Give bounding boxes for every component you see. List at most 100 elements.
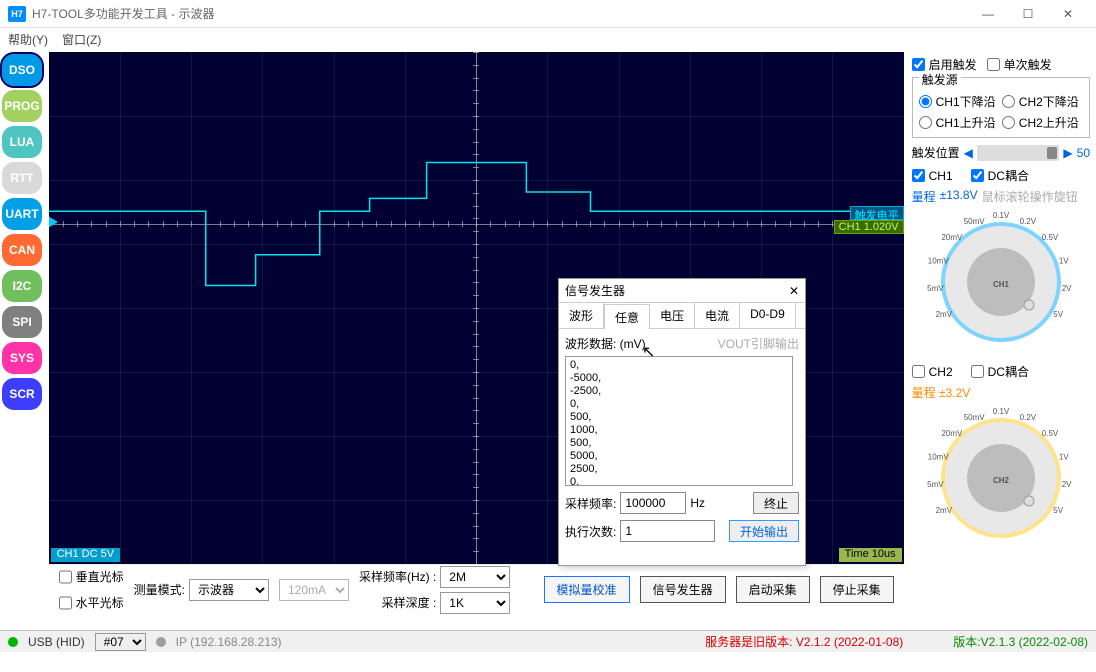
trigger-level-badge[interactable]: 触发电平 — [850, 206, 904, 220]
svg-text:5V: 5V — [1053, 310, 1063, 319]
svg-text:5mV: 5mV — [927, 284, 944, 293]
trigger-src-ch2-rise[interactable]: CH2上升沿 — [1002, 114, 1083, 131]
timebase-info: Time 10us — [839, 548, 902, 562]
svg-text:1V: 1V — [1059, 257, 1069, 266]
dialog-close-icon[interactable]: ✕ — [789, 284, 799, 298]
ch1-range-value: ±13.8V — [940, 188, 978, 205]
siggen-tab-1[interactable]: 任意 — [604, 304, 650, 329]
wave-data-textarea[interactable]: 0, -5000, -2500, 0, 500, 1000, 500, 5000… — [565, 356, 793, 486]
trigger-src-ch2-fall[interactable]: CH2下降沿 — [1002, 93, 1083, 110]
horizontal-cursor-checkbox[interactable]: 水平光标 — [59, 592, 124, 614]
minimize-button[interactable]: ― — [968, 2, 1008, 26]
wave-data-label: 波形数据: (mV) — [565, 335, 646, 352]
ch2-enable-checkbox[interactable]: CH2 — [912, 363, 953, 380]
ch1-zero-arrow-icon[interactable] — [49, 216, 58, 228]
lefttab-i2c[interactable]: I2C — [2, 270, 42, 302]
svg-text:2V: 2V — [1062, 480, 1072, 489]
ch1-range-dial[interactable]: CH1 2mV5mV10mV20mV50mV0.1V0.2V0.5V1V2V5V — [926, 207, 1076, 357]
svg-text:0.2V: 0.2V — [1019, 217, 1036, 226]
ch1-dc-coupling-checkbox[interactable]: DC耦合 — [971, 167, 1029, 184]
usb-status-icon — [8, 637, 18, 647]
trigger-src-ch1-fall[interactable]: CH1下降沿 — [919, 93, 1000, 110]
measure-mode-label: 测量模式: 示波器 — [134, 579, 269, 601]
siggen-tab-0[interactable]: 波形 — [559, 303, 604, 328]
menu-help[interactable]: 帮助(Y) — [8, 31, 48, 48]
svg-text:0.5V: 0.5V — [1042, 233, 1059, 242]
exec-count-input[interactable] — [620, 520, 715, 542]
svg-text:0.1V: 0.1V — [993, 407, 1010, 416]
sample-rate-select[interactable]: 2M — [440, 566, 510, 588]
svg-text:20mV: 20mV — [941, 429, 963, 438]
status-bar: USB (HID) #07 IP (192.168.28.213) 服务器是旧版… — [0, 630, 1096, 652]
siggen-tab-4[interactable]: D0-D9 — [740, 303, 796, 328]
trigger-src-ch1-rise[interactable]: CH1上升沿 — [919, 114, 1000, 131]
ch2-range-dial[interactable]: CH2 2mV5mV10mV20mV50mV0.1V0.2V0.5V1V2V5V — [926, 403, 1076, 553]
lefttab-sys[interactable]: SYS — [2, 342, 42, 374]
exec-count-label: 执行次数: — [565, 523, 616, 540]
app-logo: H7 — [8, 6, 26, 22]
svg-text:50mV: 50mV — [963, 413, 985, 422]
lefttab-prog[interactable]: PROG — [2, 90, 42, 122]
lefttab-can[interactable]: CAN — [2, 234, 42, 266]
lefttab-scr[interactable]: SCR — [2, 378, 42, 410]
ip-status: IP (192.168.28.213) — [176, 635, 282, 649]
bottom-toolbar: 垂直光标 水平光标 测量模式: 示波器 120mA 采样频率(Hz) : 2M … — [49, 564, 904, 614]
single-trigger-checkbox[interactable]: 单次触发 — [987, 56, 1052, 73]
svg-text:CH2: CH2 — [993, 476, 1010, 485]
version-label: 版本:V2.1.3 (2022-02-08) — [953, 633, 1088, 650]
svg-text:50mV: 50mV — [963, 217, 985, 226]
dialog-title: 信号发生器 — [565, 282, 625, 299]
svg-text:5V: 5V — [1053, 506, 1063, 515]
lefttab-spi[interactable]: SPI — [2, 306, 42, 338]
siggen-tab-3[interactable]: 电流 — [695, 303, 740, 328]
sample-freq-label: 采样频率: — [565, 495, 616, 512]
vertical-cursor-checkbox[interactable]: 垂直光标 — [59, 566, 124, 588]
svg-text:1V: 1V — [1059, 453, 1069, 462]
menu-window[interactable]: 窗口(Z) — [62, 31, 101, 48]
ch1-enable-checkbox[interactable]: CH1 — [912, 167, 953, 184]
right-panel: 启用触发 单次触发 触发源 CH1下降沿 CH2下降沿 CH1上升沿 CH2上升… — [908, 50, 1096, 630]
port-select[interactable]: #07 — [95, 633, 146, 651]
sample-depth-label: 采样深度 : 1K — [382, 592, 511, 614]
lefttab-uart[interactable]: UART — [2, 198, 42, 230]
ch1-info: CH1 DC 5V — [51, 548, 120, 562]
lefttab-dso[interactable]: DSO — [2, 54, 42, 86]
ch1-level-badge[interactable]: CH1 1.020V — [834, 220, 904, 234]
wheel-hint: 鼠标滚轮操作旋钮 — [982, 188, 1078, 205]
sample-freq-input[interactable] — [620, 492, 686, 514]
trigger-source-group: 触发源 CH1下降沿 CH2下降沿 CH1上升沿 CH2上升沿 — [912, 77, 1090, 138]
svg-text:CH1: CH1 — [993, 280, 1010, 289]
sample-depth-select[interactable]: 1K — [440, 592, 510, 614]
analog-calibration-button[interactable]: 模拟量校准 — [544, 576, 630, 603]
svg-text:10mV: 10mV — [928, 257, 950, 266]
lefttab-lua[interactable]: LUA — [2, 126, 42, 158]
signal-generator-dialog[interactable]: 信号发生器 ✕ 波形任意电压电流D0-D9 波形数据: (mV) VOUT引脚输… — [558, 278, 806, 566]
siggen-tab-2[interactable]: 电压 — [650, 303, 695, 328]
svg-text:2mV: 2mV — [935, 310, 952, 319]
svg-text:0.2V: 0.2V — [1019, 413, 1036, 422]
start-output-button[interactable]: 开始输出 — [729, 520, 799, 542]
trigger-pos-slider[interactable] — [977, 145, 1060, 161]
usb-status: USB (HID) — [28, 635, 85, 649]
svg-text:2mV: 2mV — [935, 506, 952, 515]
ch2-dc-coupling-checkbox[interactable]: DC耦合 — [971, 363, 1029, 380]
close-button[interactable]: ✕ — [1048, 2, 1088, 26]
range-label: 量程 — [912, 188, 936, 205]
start-capture-button[interactable]: 启动采集 — [736, 576, 810, 603]
maximize-button[interactable]: ☐ — [1008, 2, 1048, 26]
svg-text:20mV: 20mV — [941, 233, 963, 242]
left-toolbar: DSO PROG LUA RTT UART CAN I2C SPI SYS SCR — [0, 50, 45, 630]
trigger-pos-value: 50 — [1077, 146, 1090, 160]
lefttab-rtt[interactable]: RTT — [2, 162, 42, 194]
stop-output-button[interactable]: 终止 — [753, 492, 799, 514]
trigger-source-title: 触发源 — [919, 71, 961, 88]
svg-text:5mV: 5mV — [927, 480, 944, 489]
svg-text:0.1V: 0.1V — [993, 211, 1010, 220]
sample-rate-label: 采样频率(Hz) : 2M — [359, 566, 510, 588]
stop-capture-button[interactable]: 停止采集 — [820, 576, 894, 603]
app-title: H7-TOOL多功能开发工具 - 示波器 — [32, 5, 214, 22]
measure-mode-select[interactable]: 示波器 — [189, 579, 269, 601]
current-select[interactable]: 120mA — [279, 579, 349, 601]
signal-generator-button[interactable]: 信号发生器 — [640, 576, 726, 603]
server-version-warning: 服务器是旧版本: V2.1.2 (2022-01-08) — [705, 633, 903, 650]
